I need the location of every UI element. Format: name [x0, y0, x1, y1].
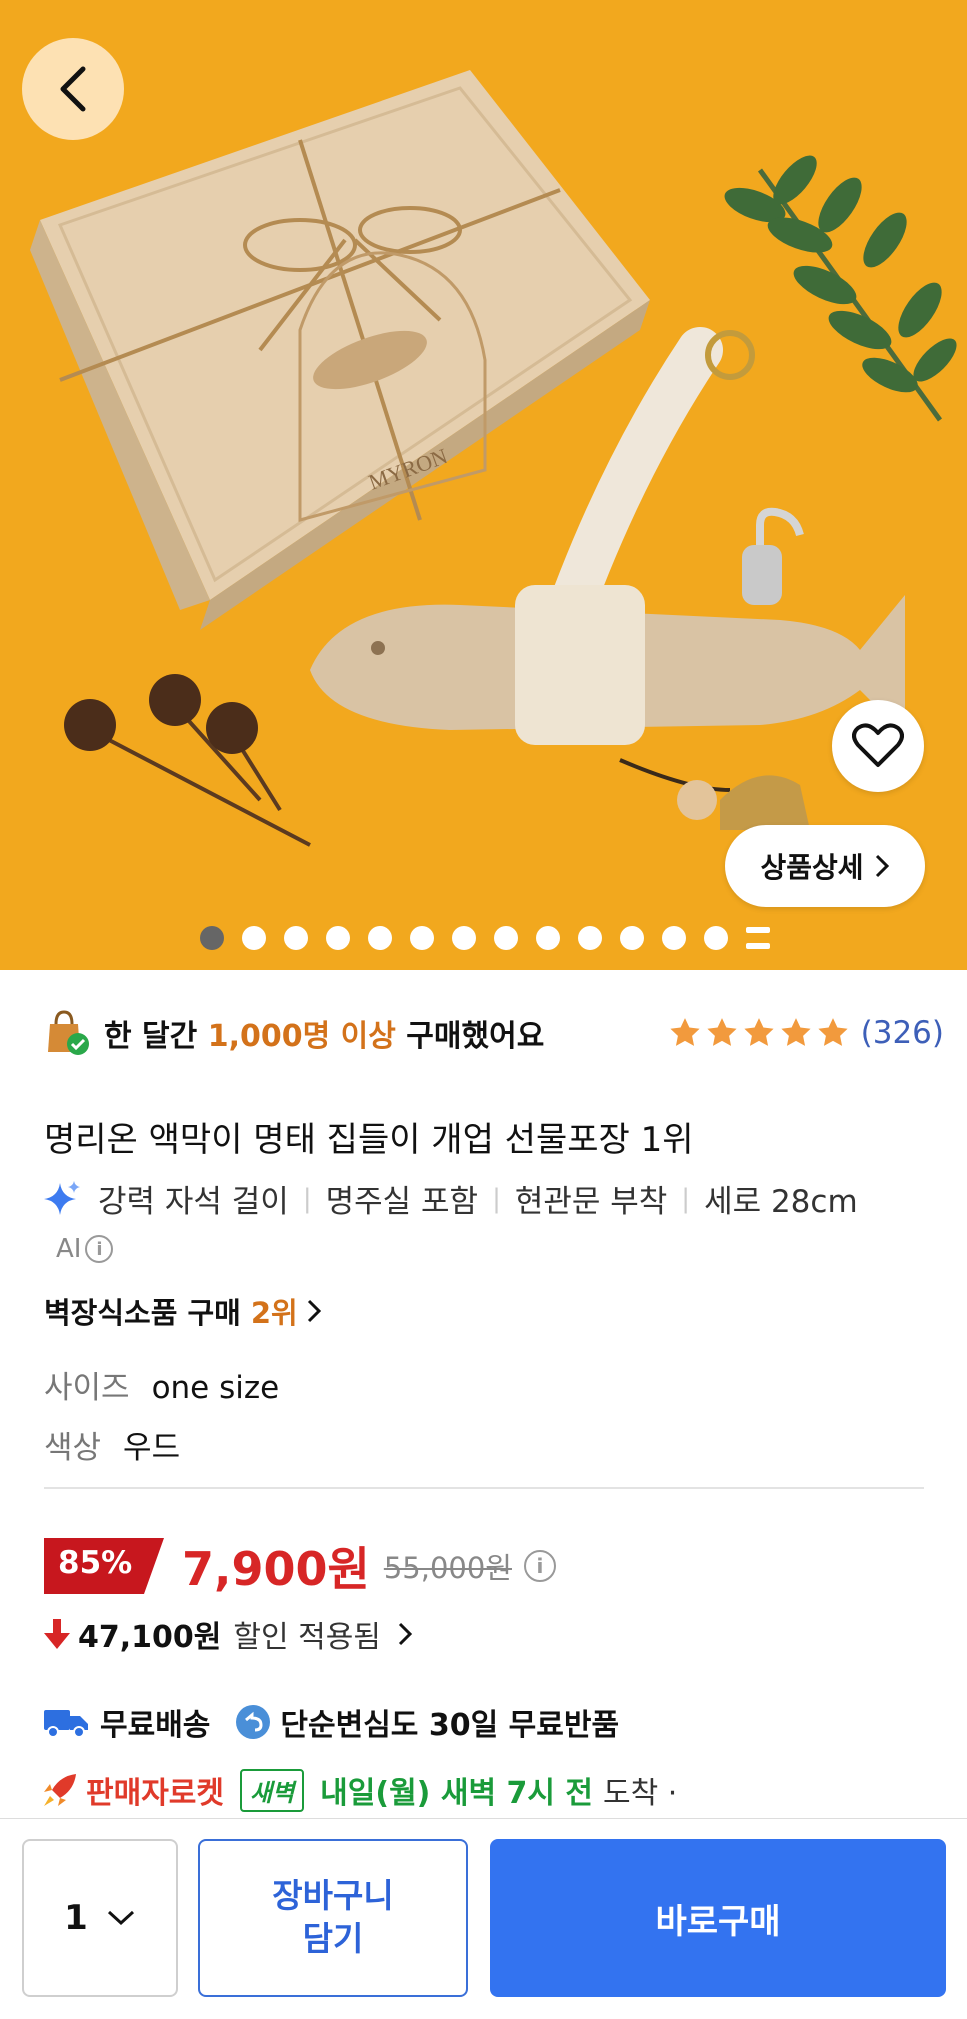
star-icon: [744, 1018, 774, 1046]
add-to-cart-button[interactable]: 장바구니 담기: [198, 1839, 468, 1997]
gift-box-illustration: [30, 70, 650, 630]
delivery-info: 판매자로켓 새벽 내일(월) 새벽 7시 전 도착 ·: [40, 1768, 677, 1812]
arrow-down-icon: [44, 1619, 70, 1649]
purchase-count-text: 한 달간 1,000명 이상 구매했어요: [104, 1011, 544, 1055]
carousel-dot[interactable]: [326, 926, 350, 950]
chevron-left-icon: [60, 66, 86, 112]
heart-icon: [852, 723, 904, 767]
chevron-right-icon: [398, 1622, 413, 1646]
star-icon: [670, 1018, 700, 1046]
carousel-dot[interactable]: [284, 926, 308, 950]
purchase-highlight: 1,000명 이상: [207, 1019, 396, 1054]
ai-feature-1: 강력 자석 걸이: [98, 1184, 289, 1220]
ai-feature-3: 현관문 부착: [514, 1184, 668, 1220]
product-image-carousel[interactable]: MYRON 상품상세: [0, 0, 967, 970]
ai-feature-2: 명주실 포함: [325, 1184, 479, 1220]
rocket-icon: [44, 1774, 76, 1806]
carousel-dot[interactable]: [410, 926, 434, 950]
return-icon: [236, 1705, 271, 1739]
price-info-icon[interactable]: i: [523, 1550, 556, 1582]
discount-percent: 85%: [58, 1545, 133, 1581]
discount-badge: 85%: [44, 1538, 164, 1594]
carousel-dot[interactable]: [242, 926, 266, 950]
ai-feature-summary: 강력 자석 걸이 | 명주실 포함 | 현관문 부착 | 세로 28cm: [44, 1176, 858, 1221]
rank-number: 2위: [250, 1296, 298, 1330]
chevron-right-icon: [875, 854, 889, 878]
cart-label-line2: 담기: [302, 1919, 364, 1958]
carousel-dot[interactable]: [494, 926, 518, 950]
star-group: [668, 1016, 850, 1050]
magnet-hook-illustration: [742, 507, 804, 605]
option-key: 색상: [44, 1430, 102, 1466]
saving-amount: 47,100원: [78, 1620, 222, 1655]
carousel-dot[interactable]: [452, 926, 476, 950]
ai-feature-4: 세로 28cm: [704, 1184, 858, 1220]
cart-label-line1: 장바구니: [272, 1876, 394, 1916]
star-icon: [781, 1018, 811, 1046]
dried-flower-illustration: [64, 674, 311, 847]
divider: [44, 1487, 924, 1489]
carousel-dot[interactable]: [620, 926, 644, 950]
ai-disclaimer[interactable]: AI i: [56, 1234, 114, 1264]
arrival-suffix: 도착 ·: [603, 1776, 678, 1811]
quantity-select[interactable]: 1: [22, 1839, 178, 1997]
sparkle-icon: [44, 1180, 80, 1215]
truck-icon: [44, 1710, 88, 1738]
chevron-down-icon: [107, 1910, 134, 1926]
chevron-right-icon: [307, 1299, 321, 1323]
review-count[interactable]: (326): [861, 1015, 944, 1051]
sale-price: 7,900원: [182, 1542, 370, 1596]
wishlist-button[interactable]: [832, 700, 924, 792]
option-key: 사이즈: [44, 1370, 130, 1406]
discount-applied-row[interactable]: 47,100원 할인 적용됨: [44, 1612, 413, 1656]
option-value: one size: [151, 1370, 280, 1406]
product-title: 명리온 액막이 명태 집들이 개업 선물포장 1위: [44, 1120, 694, 1160]
shipping-benefits: 무료배송 단순변심도 30일 무료반품: [44, 1700, 619, 1744]
dawn-delivery-badge: 새벽: [240, 1768, 305, 1812]
carousel-dot[interactable]: [200, 926, 224, 950]
rating-stars[interactable]: (326): [668, 1015, 944, 1051]
carousel-dot[interactable]: [578, 926, 602, 950]
purchase-bar: 1 장바구니 담기 바로구매: [0, 1818, 967, 2019]
buy-now-button[interactable]: 바로구매: [490, 1839, 946, 1997]
star-icon: [707, 1018, 737, 1046]
back-button[interactable]: [22, 38, 124, 140]
purchase-prefix: 한 달간: [104, 1019, 208, 1054]
star-icon: [818, 1018, 848, 1046]
carousel-dot[interactable]: [704, 926, 728, 950]
separator: |: [681, 1183, 691, 1214]
carousel-indicator[interactable]: [200, 926, 770, 950]
separator: |: [492, 1183, 501, 1214]
ai-label: AI: [56, 1234, 82, 1264]
more-images-icon: [746, 927, 770, 949]
shopping-bag-check-icon: [48, 1010, 89, 1055]
info-icon: i: [85, 1235, 114, 1263]
option-color: 색상 우드: [44, 1422, 180, 1467]
carousel-dot[interactable]: [662, 926, 686, 950]
purchase-suffix: 구매했어요: [395, 1019, 545, 1054]
option-size: 사이즈 one size: [44, 1362, 279, 1407]
original-price: 55,000원: [383, 1551, 512, 1585]
saving-label: 할인 적용됨: [233, 1620, 381, 1655]
separator: |: [302, 1183, 312, 1214]
price-row: 85% 7,900원 55,000원 i: [44, 1536, 556, 1596]
product-detail-button[interactable]: 상품상세: [725, 825, 925, 907]
quantity-value: 1: [64, 1898, 88, 1938]
free-shipping-text: 무료배송: [100, 1708, 211, 1743]
product-detail-label: 상품상세: [760, 851, 864, 884]
carousel-dot[interactable]: [368, 926, 392, 950]
leaf-branch-illustration: [724, 155, 957, 422]
option-value: 우드: [123, 1430, 181, 1466]
free-return-text: 단순변심도 30일 무료반품: [280, 1708, 620, 1743]
purchase-social-proof: 한 달간 1,000명 이상 구매했어요 (326): [44, 1008, 944, 1058]
arrival-time: 내일(월) 새벽 7시 전: [320, 1776, 594, 1811]
carousel-dot[interactable]: [536, 926, 560, 950]
seller-rocket-label: 판매자로켓: [86, 1776, 224, 1811]
category-rank-link[interactable]: 벽장식소품 구매 2위: [44, 1290, 322, 1332]
rank-category: 벽장식소품 구매: [44, 1296, 241, 1330]
